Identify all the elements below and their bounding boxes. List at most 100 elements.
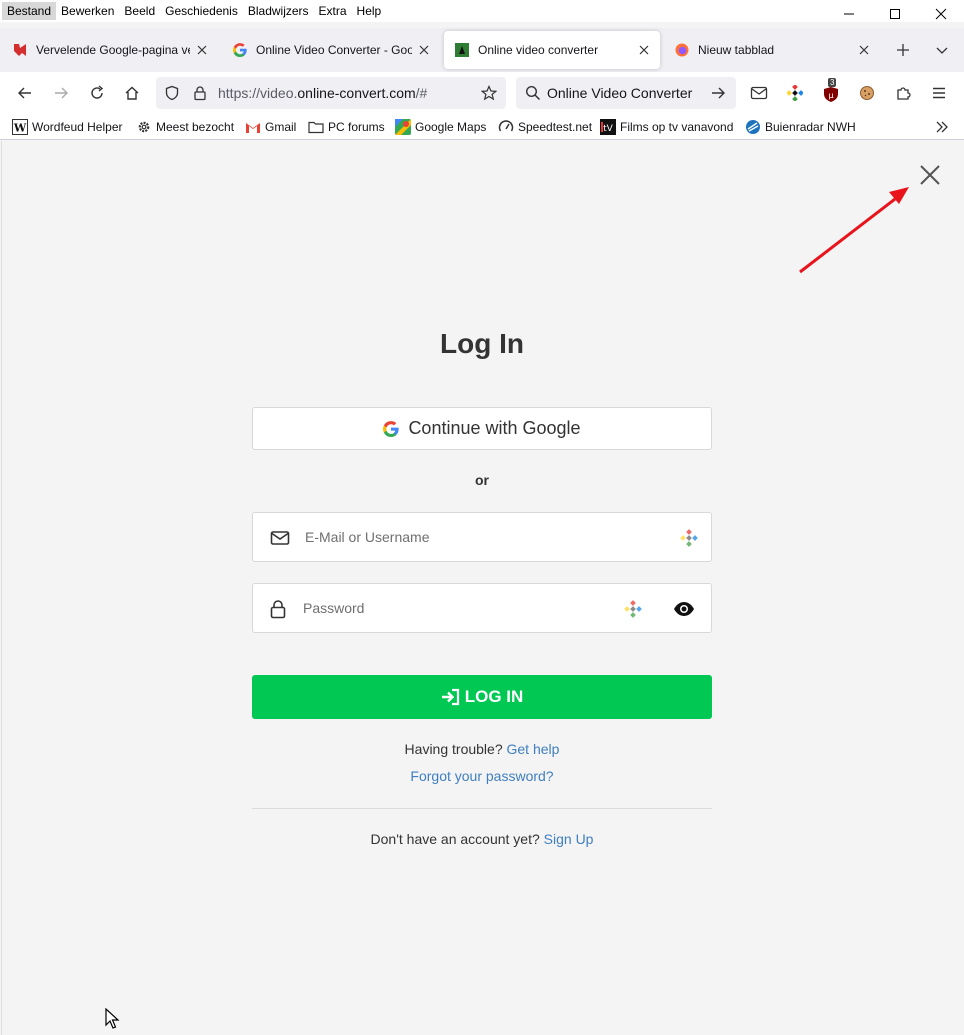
chevron-down-icon (936, 47, 948, 54)
gmail-icon (245, 119, 261, 135)
plus-icon (897, 44, 909, 56)
bookmark-wordfeud-helper[interactable]: W Wordfeud Helper (12, 118, 123, 136)
navigation-bar: https://video.online-convert.com/# Onlin… (0, 72, 964, 114)
arrow-left-icon (18, 87, 31, 99)
tab-online-video-converter[interactable]: Online video converter (444, 31, 660, 69)
mail-button[interactable] (745, 79, 773, 107)
login-button-label: LOG IN (464, 687, 524, 706)
reload-button[interactable] (83, 79, 111, 107)
email-field[interactable]: E-Mail or Username (252, 512, 712, 562)
firefox-icon (674, 42, 690, 58)
tab-title: Vervelende Google-pagina ver... (36, 43, 190, 57)
maximize-icon (890, 9, 900, 19)
menu-history[interactable]: Geschiedenis (160, 2, 243, 20)
bookmark-label: Films op tv vanavond (620, 120, 734, 134)
mouse-cursor-icon (105, 1008, 120, 1029)
hamburger-menu-icon (933, 87, 945, 99)
search-go-icon[interactable] (710, 85, 726, 104)
home-icon (125, 86, 139, 100)
menu-bookmarks[interactable]: Bladwijzers (243, 2, 314, 20)
maximize-button[interactable] (872, 0, 918, 28)
bookmark-google-maps[interactable]: Google Maps (395, 118, 486, 136)
tab-close-icon[interactable] (636, 42, 652, 58)
bookmark-pc-forums[interactable]: PC forums (308, 118, 385, 136)
bookmark-films-op-tv[interactable]: tV Films op tv vanavond (600, 118, 733, 136)
password-manager-button[interactable] (781, 79, 809, 107)
tab-close-icon[interactable] (194, 42, 210, 58)
password-field[interactable]: Password (252, 583, 712, 633)
close-icon (920, 165, 940, 185)
svg-text:μ: μ (828, 91, 833, 100)
cookie-extension-button[interactable] (853, 79, 881, 107)
page-title: Log In (440, 328, 524, 359)
email-placeholder: E-Mail or Username (305, 529, 430, 545)
search-text: Online Video Converter (547, 85, 693, 101)
continue-with-google-button[interactable]: Continue with Google (252, 407, 712, 450)
tab-title: Online video converter (478, 43, 599, 57)
menu-file[interactable]: Bestand (2, 2, 57, 20)
tab-vervelende[interactable]: Vervelende Google-pagina ver... (2, 31, 218, 69)
colored-diamond-icon (787, 85, 803, 101)
shield-icon[interactable] (164, 85, 180, 104)
minimize-button[interactable] (826, 0, 872, 28)
menu-help[interactable]: Help (352, 2, 387, 20)
home-button[interactable] (118, 79, 146, 107)
trouble-text: Having trouble? (404, 741, 503, 757)
password-placeholder: Password (303, 600, 365, 616)
app-menu-button[interactable] (925, 79, 953, 107)
google-button-label: Continue with Google (408, 418, 581, 438)
tab-close-icon[interactable] (416, 42, 432, 58)
forgot-password-link[interactable]: Forgot your password? (410, 768, 553, 784)
sign-up-link[interactable]: Sign Up (544, 831, 594, 847)
more-bookmarks-button[interactable] (934, 118, 954, 136)
google-g-icon (383, 420, 400, 437)
or-divider-text: or (475, 472, 489, 488)
padlock-icon (267, 598, 289, 620)
menu-bar: Bestand Bewerken Beeld Geschiedenis Blad… (0, 0, 964, 22)
no-account-text: Don't have an account yet? (370, 831, 540, 847)
extensions-button[interactable] (889, 79, 917, 107)
bookmark-speedtest[interactable]: Speedtest.net (498, 118, 592, 136)
close-modal-button[interactable] (915, 160, 945, 190)
signup-line: Don't have an account yet? Sign Up (0, 831, 964, 847)
bookmark-label: Meest bezocht (156, 120, 235, 134)
bookmark-star-icon[interactable] (480, 85, 498, 104)
password-manager-fill-icon[interactable] (624, 600, 642, 618)
bookmark-label: Gmail (265, 120, 297, 134)
url-bar[interactable]: https://video.online-convert.com/# (156, 77, 506, 109)
tab-title: Nieuw tabblad (698, 43, 775, 57)
tab-title: Online Video Converter - Goog... (256, 43, 412, 57)
red-favicon-icon (12, 42, 28, 58)
bookmark-meest-bezocht[interactable]: Meest bezocht (136, 118, 234, 136)
menu-edit[interactable]: Bewerken (56, 2, 119, 20)
show-password-eye-icon[interactable] (673, 599, 695, 619)
puzzle-icon (897, 87, 911, 100)
password-manager-fill-icon[interactable] (680, 529, 698, 547)
tab-nieuw-tabblad[interactable]: Nieuw tabblad (664, 31, 880, 69)
bookmark-buienradar[interactable]: Buienradar NWH (745, 118, 856, 136)
speedometer-icon (498, 119, 514, 135)
tab-close-icon[interactable] (856, 42, 872, 58)
menu-view[interactable]: Beeld (119, 2, 160, 20)
bookmark-gmail[interactable]: Gmail (245, 118, 296, 136)
tab-online-video-converter-google[interactable]: Online Video Converter - Goog... (222, 31, 440, 69)
get-help-link[interactable]: Get help (507, 741, 560, 757)
close-window-button[interactable] (918, 0, 964, 28)
menu-tools[interactable]: Extra (314, 2, 352, 20)
bookmark-label: PC forums (328, 120, 385, 134)
svg-text:tV: tV (603, 124, 614, 134)
search-bar[interactable]: Online Video Converter (516, 77, 736, 109)
search-icon (525, 85, 541, 104)
login-button[interactable]: LOG IN (252, 675, 712, 719)
list-all-tabs-button[interactable] (928, 36, 956, 64)
forward-button[interactable] (47, 79, 75, 107)
wordfeud-icon: W (12, 119, 28, 135)
svg-text:W: W (13, 122, 27, 135)
back-button[interactable] (11, 79, 39, 107)
bookmark-label: Buienradar NWH (765, 120, 856, 134)
ublock-button[interactable]: μ 3 (817, 78, 845, 107)
google-favicon-icon (232, 42, 248, 58)
minimize-icon (844, 13, 854, 15)
lock-icon[interactable] (192, 85, 208, 104)
new-tab-button[interactable] (889, 36, 917, 64)
